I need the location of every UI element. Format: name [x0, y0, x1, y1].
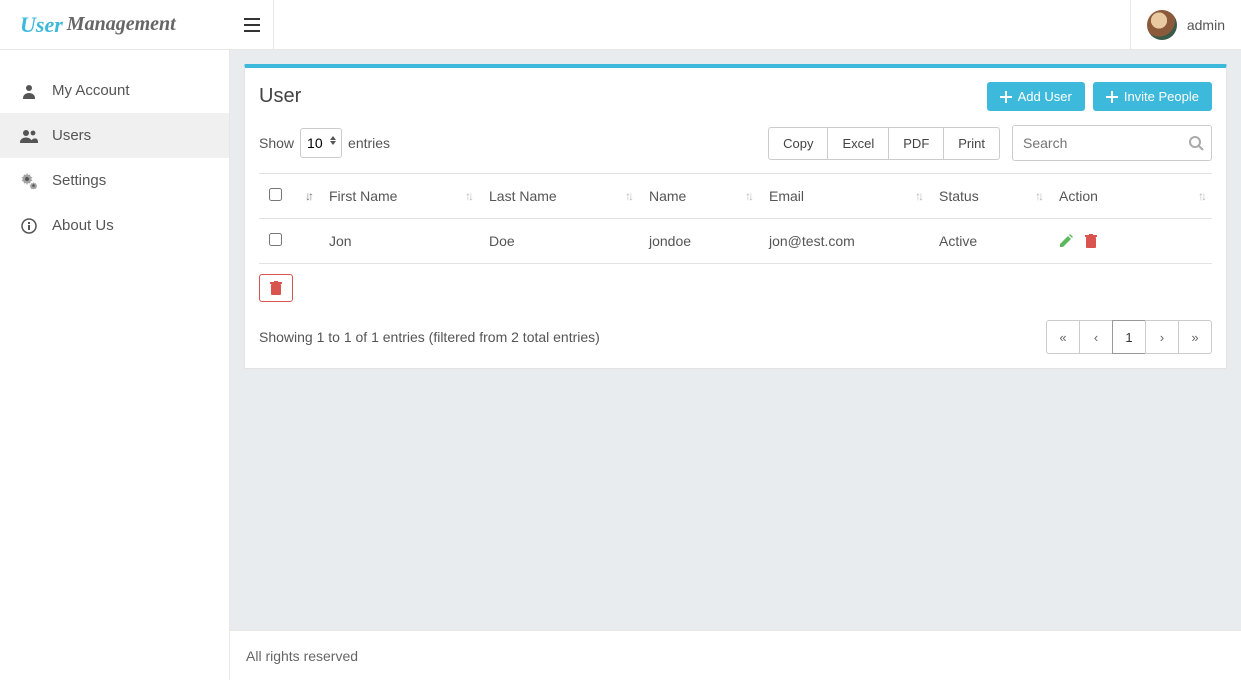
sidebar: My Account Users Settings About Us	[0, 50, 230, 680]
sort-icon[interactable]: ↑↓	[1035, 189, 1041, 203]
table-row: Jon Doe jondoe jon@test.com Active	[259, 219, 1212, 264]
gears-icon	[20, 173, 38, 189]
page-number-button[interactable]: 1	[1112, 320, 1146, 354]
cell-status: Active	[929, 219, 1049, 264]
page-last-button[interactable]: »	[1178, 320, 1212, 354]
bars-icon	[244, 18, 260, 32]
sort-icon[interactable]: ↓↑	[305, 189, 311, 203]
footer: All rights reserved	[230, 630, 1241, 680]
sidebar-item-users[interactable]: Users	[0, 113, 229, 158]
length-select[interactable]: 10	[300, 128, 342, 158]
edit-button[interactable]	[1059, 234, 1073, 248]
sidebar-item-about-us[interactable]: About Us	[0, 203, 229, 248]
cell-first-name: Jon	[319, 219, 479, 264]
invite-people-button[interactable]: Invite People	[1093, 82, 1212, 111]
add-user-label: Add User	[1018, 89, 1072, 104]
delete-button[interactable]	[1085, 234, 1097, 248]
col-first-name[interactable]: First Name	[329, 188, 397, 204]
page-title: User	[259, 85, 301, 108]
page-prev-button[interactable]: ‹	[1079, 320, 1113, 354]
col-email[interactable]: Email	[769, 188, 804, 204]
info-icon	[20, 218, 38, 234]
user-menu[interactable]: admin	[1130, 0, 1241, 50]
sidebar-item-label: About Us	[52, 217, 114, 234]
users-icon	[20, 129, 38, 143]
table-info: Showing 1 to 1 of 1 entries (filtered fr…	[259, 329, 600, 345]
copy-button[interactable]: Copy	[768, 127, 828, 160]
search-input[interactable]	[1012, 125, 1212, 161]
page-first-button[interactable]: «	[1046, 320, 1080, 354]
avatar	[1147, 10, 1177, 40]
search-icon	[1188, 135, 1204, 151]
trash-icon	[1085, 234, 1097, 248]
col-last-name[interactable]: Last Name	[489, 188, 557, 204]
export-buttons: Copy Excel PDF Print	[768, 127, 1000, 160]
pagination: « ‹ 1 › »	[1046, 320, 1212, 354]
plus-icon	[1000, 91, 1012, 103]
excel-button[interactable]: Excel	[827, 127, 889, 160]
sort-icon[interactable]: ↑↓	[625, 189, 631, 203]
users-table: ↓↑ First Name ↑↓ Last Name ↑↓ Name ↑↓ Email…	[259, 173, 1212, 264]
cell-email: jon@test.com	[759, 219, 929, 264]
trash-icon	[270, 281, 282, 295]
sort-icon[interactable]: ↑↓	[1198, 189, 1204, 203]
add-user-button[interactable]: Add User	[987, 82, 1085, 111]
main-content: User Add User Invite People Show	[230, 50, 1241, 630]
brand-part2: Management	[67, 13, 176, 36]
sidebar-item-label: Users	[52, 127, 91, 144]
cell-name: jondoe	[639, 219, 759, 264]
sort-icon[interactable]: ↑↓	[465, 189, 471, 203]
invite-people-label: Invite People	[1124, 89, 1199, 104]
col-status[interactable]: Status	[939, 188, 979, 204]
brand-logo[interactable]: User Management	[0, 0, 230, 50]
pencil-icon	[1059, 234, 1073, 248]
sidebar-toggle-button[interactable]	[230, 0, 274, 50]
sidebar-item-label: My Account	[52, 82, 130, 99]
show-label: Show	[259, 135, 294, 151]
plus-icon	[1106, 91, 1118, 103]
brand-part1: User	[20, 12, 63, 38]
entries-label: entries	[348, 135, 390, 151]
length-control: Show 10 entries	[259, 128, 390, 158]
cell-last-name: Doe	[479, 219, 639, 264]
user-panel: User Add User Invite People Show	[244, 64, 1227, 369]
col-name[interactable]: Name	[649, 188, 686, 204]
sort-icon[interactable]: ↑↓	[745, 189, 751, 203]
user-icon	[20, 83, 38, 99]
page-next-button[interactable]: ›	[1145, 320, 1179, 354]
pdf-button[interactable]: PDF	[888, 127, 944, 160]
sidebar-item-my-account[interactable]: My Account	[0, 68, 229, 113]
sidebar-item-label: Settings	[52, 172, 106, 189]
sidebar-item-settings[interactable]: Settings	[0, 158, 229, 203]
username-label: admin	[1187, 17, 1225, 33]
row-checkbox[interactable]	[269, 233, 282, 246]
topbar: admin	[230, 0, 1241, 50]
select-all-checkbox[interactable]	[269, 188, 282, 201]
bulk-delete-button[interactable]	[259, 274, 293, 302]
footer-text: All rights reserved	[246, 648, 358, 664]
col-action: Action	[1059, 188, 1098, 204]
sort-icon[interactable]: ↑↓	[915, 189, 921, 203]
print-button[interactable]: Print	[943, 127, 1000, 160]
